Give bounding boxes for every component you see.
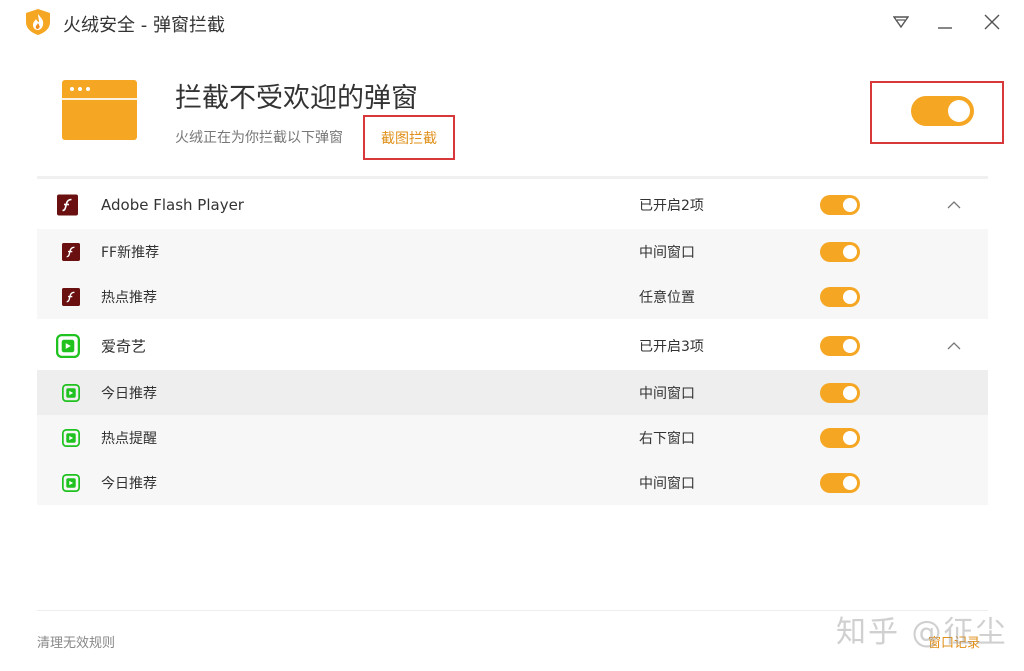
capture-link-highlight: 截图拦截 [363,115,455,160]
rule-toggle[interactable] [820,286,860,307]
flash-icon [57,194,78,216]
flame-shield-icon [26,9,50,35]
chevron-up-icon [947,342,961,350]
clear-invalid-rules-link[interactable]: 清理无效规则 [37,632,115,651]
iqiyi-icon [62,473,80,492]
toggle-knob [843,385,857,400]
toggle-knob [843,430,857,445]
toggle-knob [948,100,970,122]
chevron-up-icon [947,201,961,209]
rule-name: 热点推荐 [101,289,157,306]
flash-icon [62,242,80,261]
flash-icon [62,287,80,306]
rule-toggle[interactable] [820,472,860,493]
iqiyi-icon [62,428,80,447]
group-row-flash[interactable]: Adobe Flash Player 已开启2项 [37,181,988,229]
master-toggle[interactable] [911,96,974,126]
rule-name: 今日推荐 [101,475,157,492]
triangle-down-icon [893,16,909,28]
rule-row[interactable]: FF新推荐 中间窗口 [37,229,988,274]
group-row-iqiyi[interactable]: 爱奇艺 已开启3项 [37,322,988,370]
rule-toggle[interactable] [820,241,860,262]
group-toggle-iqiyi[interactable] [820,336,860,356]
toggle-knob [843,244,857,259]
group-status: 已开启2项 [639,198,704,214]
rule-position: 右下窗口 [639,430,695,447]
title-bar: 火绒安全 - 弹窗拦截 [0,0,1024,44]
toggle-knob [843,289,857,304]
rule-row[interactable]: 热点推荐 任意位置 [37,274,988,319]
group-toggle-flash[interactable] [820,195,860,215]
rule-name: FF新推荐 [101,244,160,261]
rule-name: 热点提醒 [101,430,157,447]
screenshot-block-link[interactable]: 截图拦截 [381,128,437,148]
rule-position: 任意位置 [639,289,695,306]
minimize-button[interactable] [933,10,957,34]
master-toggle-highlight [870,81,1004,144]
iqiyi-icon [62,383,80,402]
group-name: 爱奇艺 [101,337,147,356]
collapse-button-flash[interactable] [945,196,963,214]
popup-window-icon [62,80,137,140]
page-subtitle: 火绒正在为你拦截以下弹窗 [175,130,343,146]
toggle-knob [843,339,857,353]
rule-position: 中间窗口 [639,475,695,492]
rule-toggle[interactable] [820,382,860,403]
group-status: 已开启3项 [639,339,704,355]
rule-name: 今日推荐 [101,385,157,402]
popup-rule-list: Adobe Flash Player 已开启2项 FF新推荐 中间窗口 热点推荐… [37,176,988,505]
rule-position: 中间窗口 [639,244,695,261]
group-name: Adobe Flash Player [101,196,244,214]
page-title: 拦截不受欢迎的弹窗 [175,83,418,114]
watermark: 知乎 @征尘 [836,615,1008,650]
rule-position: 中间窗口 [639,385,695,402]
close-icon [984,14,1000,30]
minimize-icon [938,27,952,29]
collapse-button-iqiyi[interactable] [945,337,963,355]
rule-row[interactable]: 热点提醒 右下窗口 [37,415,988,460]
rule-row[interactable]: 今日推荐 中间窗口 [37,370,988,415]
toggle-knob [843,475,857,490]
menu-button[interactable] [889,10,913,34]
window-title: 火绒安全 - 弹窗拦截 [63,15,225,36]
iqiyi-icon [56,334,80,358]
rule-toggle[interactable] [820,427,860,448]
rule-row[interactable]: 今日推荐 中间窗口 [37,460,988,505]
toggle-knob [843,198,857,212]
close-button[interactable] [980,10,1004,34]
